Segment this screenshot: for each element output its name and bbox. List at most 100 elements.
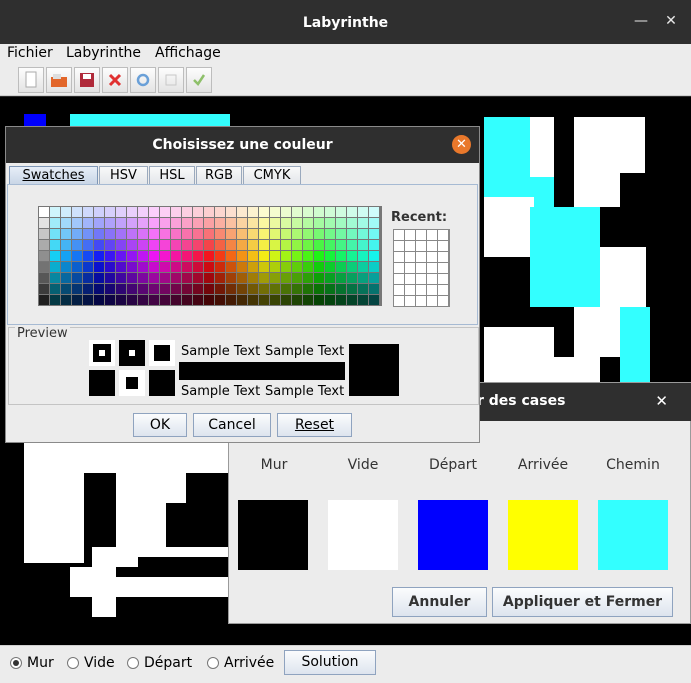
color-swatch[interactable] bbox=[204, 284, 214, 294]
color-swatch[interactable] bbox=[369, 262, 379, 272]
color-swatch[interactable] bbox=[226, 262, 236, 272]
color-swatch[interactable] bbox=[303, 262, 313, 272]
color-swatch[interactable] bbox=[116, 229, 126, 239]
color-swatch[interactable] bbox=[39, 273, 49, 283]
color-swatch[interactable] bbox=[105, 295, 115, 305]
color-swatch[interactable] bbox=[182, 284, 192, 294]
color-swatch[interactable] bbox=[83, 251, 93, 261]
color-swatch[interactable] bbox=[160, 295, 170, 305]
color-swatch[interactable] bbox=[105, 262, 115, 272]
color-swatch[interactable] bbox=[160, 273, 170, 283]
color-swatch[interactable] bbox=[61, 240, 71, 250]
apply-close-button[interactable]: Appliquer et Fermer bbox=[492, 587, 673, 617]
recent-swatch[interactable] bbox=[405, 285, 415, 295]
recent-swatch[interactable] bbox=[416, 296, 426, 306]
color-swatch[interactable] bbox=[149, 273, 159, 283]
color-swatch[interactable] bbox=[138, 284, 148, 294]
color-swatch[interactable] bbox=[270, 295, 280, 305]
color-swatch[interactable] bbox=[237, 284, 247, 294]
color-swatch[interactable] bbox=[160, 240, 170, 250]
color-swatch[interactable] bbox=[358, 240, 368, 250]
color-swatch[interactable] bbox=[39, 295, 49, 305]
color-swatch[interactable] bbox=[369, 207, 379, 217]
color-swatch[interactable] bbox=[105, 251, 115, 261]
color-swatch[interactable] bbox=[270, 284, 280, 294]
maze-cell[interactable] bbox=[116, 503, 166, 553]
color-swatch[interactable] bbox=[336, 240, 346, 250]
color-swatch[interactable] bbox=[61, 229, 71, 239]
color-swatch[interactable] bbox=[94, 229, 104, 239]
open-button[interactable] bbox=[46, 67, 72, 93]
color-swatch[interactable] bbox=[50, 218, 60, 228]
color-swatch[interactable] bbox=[127, 273, 137, 283]
recent-swatch[interactable] bbox=[427, 252, 437, 262]
recent-swatch[interactable] bbox=[427, 285, 437, 295]
color-swatch[interactable] bbox=[248, 229, 258, 239]
color-swatch[interactable] bbox=[292, 262, 302, 272]
maze-cell[interactable] bbox=[620, 307, 650, 387]
color-swatch[interactable] bbox=[248, 273, 258, 283]
color-swatch[interactable] bbox=[193, 218, 203, 228]
close-icon[interactable]: ✕ bbox=[452, 135, 471, 154]
color-swatch[interactable] bbox=[72, 229, 82, 239]
color-swatch[interactable] bbox=[314, 273, 324, 283]
color-swatch[interactable] bbox=[270, 218, 280, 228]
recent-swatch[interactable] bbox=[416, 252, 426, 262]
color-swatch[interactable] bbox=[303, 273, 313, 283]
recent-swatch[interactable] bbox=[438, 274, 448, 284]
color-swatch[interactable] bbox=[226, 273, 236, 283]
color-swatch[interactable] bbox=[83, 218, 93, 228]
color-swatch[interactable] bbox=[72, 251, 82, 261]
color-swatch[interactable] bbox=[259, 273, 269, 283]
color-swatch[interactable] bbox=[160, 251, 170, 261]
color-swatch[interactable] bbox=[138, 295, 148, 305]
color-swatch[interactable] bbox=[39, 251, 49, 261]
color-swatch[interactable] bbox=[281, 218, 291, 228]
color-swatch[interactable] bbox=[72, 273, 82, 283]
color-swatch[interactable] bbox=[50, 207, 60, 217]
save-button[interactable] bbox=[74, 67, 100, 93]
color-swatch[interactable] bbox=[138, 229, 148, 239]
color-swatch[interactable] bbox=[369, 273, 379, 283]
color-swatch[interactable] bbox=[204, 295, 214, 305]
color-swatch[interactable] bbox=[314, 207, 324, 217]
color-swatch-arrivee[interactable] bbox=[508, 500, 578, 570]
color-swatch[interactable] bbox=[336, 273, 346, 283]
maze-cell[interactable] bbox=[574, 307, 620, 357]
color-swatch[interactable] bbox=[248, 262, 258, 272]
color-swatch[interactable] bbox=[314, 218, 324, 228]
color-swatch[interactable] bbox=[182, 240, 192, 250]
color-swatch[interactable] bbox=[369, 295, 379, 305]
color-swatch[interactable] bbox=[149, 295, 159, 305]
color-swatch[interactable] bbox=[149, 240, 159, 250]
close-window-icon[interactable]: ✕ bbox=[662, 12, 680, 30]
color-swatch[interactable] bbox=[347, 295, 357, 305]
color-swatch[interactable] bbox=[193, 284, 203, 294]
color-swatch[interactable] bbox=[303, 218, 313, 228]
radio-depart[interactable]: Départ bbox=[127, 655, 192, 671]
color-swatch[interactable] bbox=[259, 207, 269, 217]
tab-rgb[interactable]: RGB bbox=[196, 166, 242, 184]
recent-swatch[interactable] bbox=[394, 241, 404, 251]
color-swatch[interactable] bbox=[72, 240, 82, 250]
color-swatch[interactable] bbox=[281, 284, 291, 294]
color-swatch[interactable] bbox=[347, 262, 357, 272]
maze-cell[interactable] bbox=[574, 117, 620, 207]
color-swatch[interactable] bbox=[336, 207, 346, 217]
recent-swatch[interactable] bbox=[416, 285, 426, 295]
color-swatch[interactable] bbox=[39, 229, 49, 239]
recent-swatch[interactable] bbox=[427, 274, 437, 284]
color-swatch[interactable] bbox=[138, 207, 148, 217]
color-swatch[interactable] bbox=[314, 229, 324, 239]
color-swatch[interactable] bbox=[325, 218, 335, 228]
color-swatch[interactable] bbox=[270, 251, 280, 261]
color-swatch[interactable] bbox=[61, 284, 71, 294]
color-swatch-chemin[interactable] bbox=[598, 500, 668, 570]
color-swatch[interactable] bbox=[182, 295, 192, 305]
recent-swatch[interactable] bbox=[438, 230, 448, 240]
validate-button[interactable] bbox=[186, 67, 212, 93]
color-swatch[interactable] bbox=[149, 207, 159, 217]
color-swatch[interactable] bbox=[336, 251, 346, 261]
color-swatch[interactable] bbox=[61, 218, 71, 228]
recent-swatch[interactable] bbox=[416, 230, 426, 240]
